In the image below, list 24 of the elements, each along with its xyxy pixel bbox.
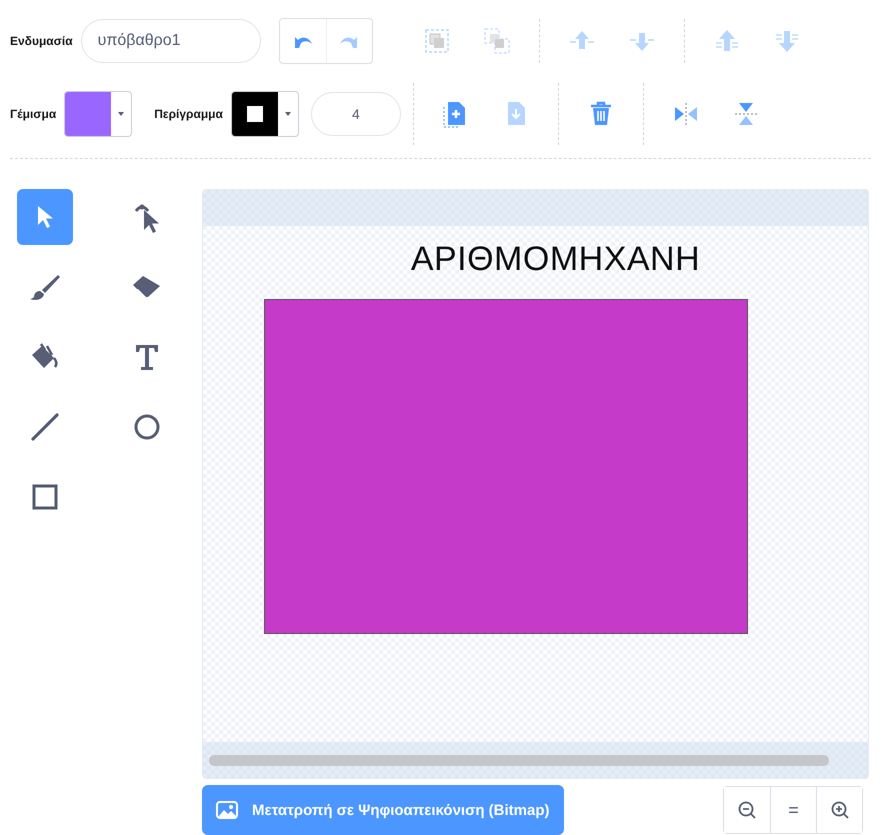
rectangle-icon [31, 483, 59, 511]
zoom-out-icon [737, 800, 757, 820]
outline-color-picker[interactable] [230, 91, 299, 137]
brush-icon [28, 272, 62, 302]
zoom-in-icon [830, 800, 850, 820]
select-tool[interactable] [17, 189, 73, 245]
text-tool-icon [133, 342, 161, 372]
zoom-in-button[interactable] [816, 787, 862, 833]
caret-icon [118, 112, 124, 116]
circle-icon [132, 412, 162, 442]
outline-label: Περίγραμμα [154, 107, 223, 121]
fill-label: Γέμισμα [10, 107, 56, 121]
paint-canvas[interactable]: ΑΡΙΘΜΟΜΗΧΑΝΗ [202, 189, 869, 779]
scrollbar[interactable] [209, 754, 829, 766]
ungroup-icon [482, 26, 512, 56]
outline-width-field[interactable]: 4 [310, 92, 401, 136]
costume-name-field[interactable]: υπόβαθρο1 [80, 19, 261, 63]
caret-icon [284, 112, 291, 116]
image-icon [216, 801, 238, 819]
cursor-icon [35, 204, 55, 230]
canvas-title-text: ΑΡΙΘΜΟΜΗΧΑΝΗ [410, 240, 700, 279]
fill-color-picker[interactable] [64, 91, 132, 137]
line-icon [29, 411, 61, 443]
costume-label: Ενδυμασία [10, 34, 73, 48]
